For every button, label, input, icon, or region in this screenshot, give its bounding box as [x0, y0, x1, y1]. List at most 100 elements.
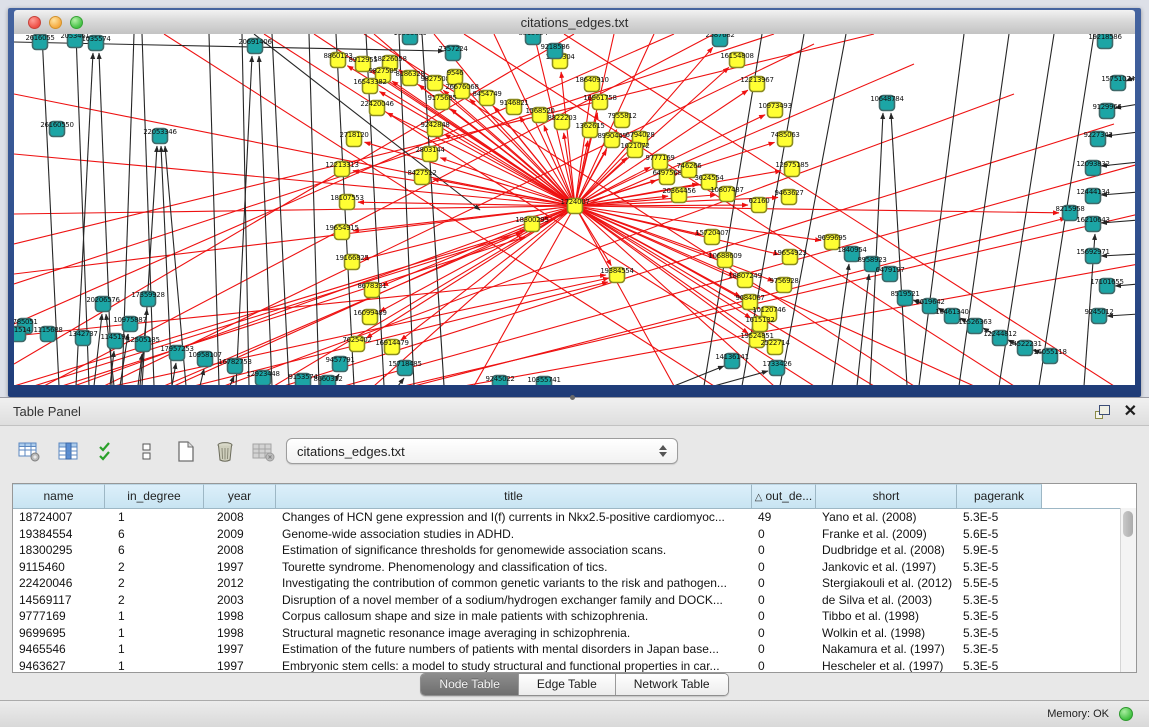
table-scrollbar-thumb[interactable] [1123, 511, 1133, 537]
graph-node[interactable]: 12213967 [740, 76, 773, 92]
column-header-title[interactable]: title [276, 484, 752, 508]
table-row[interactable]: 911546021997Tourette syndrome. Phenomeno… [13, 559, 1136, 576]
graph-node[interactable]: 9463627 [774, 189, 803, 205]
graph-node[interactable]: 20206576 [86, 296, 120, 312]
graph-node[interactable]: 15718485 [388, 360, 421, 376]
graph-node[interactable]: 22420046 [360, 100, 394, 116]
table-row[interactable]: 969969511998Structural magnetic resonanc… [13, 625, 1136, 642]
graph-node[interactable]: 16543382 [353, 78, 386, 94]
table-scrollbar[interactable] [1120, 508, 1136, 672]
graph-node[interactable]: 1342737 [68, 330, 97, 346]
graph-node[interactable]: 10975887 [113, 316, 146, 332]
graph-node[interactable]: 16055118 [1033, 348, 1066, 364]
network-canvas[interactable]: 8860123891295518226058982750516543382818… [14, 34, 1135, 385]
row-select-icon[interactable] [95, 440, 121, 464]
attribute-settings-icon[interactable] [17, 440, 43, 464]
graph-node[interactable]: 8678331 [357, 282, 386, 298]
rows-icon[interactable] [134, 440, 160, 464]
close-panel-button[interactable]: ✕ [1124, 405, 1137, 419]
graph-node[interactable]: 12923448 [246, 370, 279, 385]
graph-node[interactable]: 18640910 [575, 76, 608, 92]
graph-node[interactable]: 9146821 [499, 99, 528, 115]
graph-node[interactable]: 17101655 [1090, 278, 1123, 294]
graph-node[interactable]: 12975185 [775, 161, 808, 177]
graph-node[interactable]: 6497568 [652, 169, 681, 185]
minimize-button[interactable] [49, 16, 62, 29]
graph-node[interactable]: 9457791 [325, 356, 354, 372]
graph-node[interactable]: 62160 [749, 197, 770, 213]
delete-entry-icon[interactable] [212, 440, 238, 464]
delete-table-icon[interactable] [251, 440, 277, 464]
graph-node[interactable]: 2718120 [339, 131, 368, 147]
graph-node[interactable]: 14136141 [715, 353, 748, 369]
table-row[interactable]: 946362711997Embryonic stem cells: a mode… [13, 658, 1136, 674]
table-row[interactable]: 2242004622012Investigating the contribut… [13, 575, 1136, 592]
graph-node[interactable]: 7625402 [342, 336, 371, 352]
zoom-button[interactable] [70, 16, 83, 29]
graph-node[interactable]: 16033809 [393, 34, 426, 45]
graph-node[interactable]: 10688609 [708, 252, 741, 268]
network-graph[interactable]: 8860123891295518226058982750516543382818… [14, 34, 1135, 385]
close-button[interactable] [28, 16, 41, 29]
memory-status-indicator[interactable] [1119, 707, 1133, 721]
graph-node[interactable]: 26160550 [40, 121, 73, 137]
graph-node[interactable]: 17359928 [131, 291, 164, 307]
tab-edge-table[interactable]: Edge Table [519, 674, 616, 695]
graph-node[interactable]: 22053346 [143, 128, 177, 144]
graph-node[interactable]: 12505185 [126, 336, 159, 352]
tab-node-table[interactable]: Node Table [421, 674, 519, 695]
table-row[interactable]: 977716911998Corpus callosum shape and si… [13, 608, 1136, 625]
graph-node[interactable]: 10958107 [188, 351, 221, 367]
network-window[interactable]: citations_edges.txt 88601238912955182260… [8, 8, 1141, 397]
graph-node[interactable]: 9756928 [769, 277, 798, 293]
table-row[interactable]: 1872400712008Changes of HCN gene express… [13, 509, 1136, 526]
graph-node[interactable]: 2587682 [705, 34, 734, 47]
column-header-out_de[interactable]: △out_de... [752, 484, 816, 508]
graph-node[interactable]: 8660312 [313, 375, 342, 385]
graph-node[interactable]: 9175685 [427, 94, 456, 110]
graph-node[interactable]: 15692971 [1076, 248, 1109, 264]
graph-node[interactable]: 9245022 [485, 375, 514, 385]
graph-node[interactable]: 19654923 [773, 249, 806, 265]
graph-node[interactable]: 15720407 [695, 229, 728, 245]
tab-network-table[interactable]: Network Table [616, 674, 728, 695]
graph-node[interactable]: 10355741 [527, 376, 560, 385]
column-header-year[interactable]: year [204, 484, 276, 508]
graph-node[interactable]: 9227343 [1083, 131, 1112, 147]
column-header-pagerank[interactable]: pagerank [957, 484, 1042, 508]
graph-node[interactable]: 19166825 [335, 254, 368, 270]
graph-node[interactable]: 1733426 [762, 360, 792, 376]
graph-node[interactable]: 7357224 [438, 45, 468, 61]
graph-node[interactable]: 19654915 [325, 224, 358, 240]
network-window-titlebar[interactable]: citations_edges.txt [14, 10, 1135, 35]
graph-node[interactable]: 10648784 [870, 95, 904, 111]
graph-node[interactable]: 7485063 [770, 131, 799, 147]
graph-node[interactable]: 20691406 [238, 38, 272, 54]
split-divider-handle[interactable] [570, 395, 575, 400]
graph-node[interactable]: 391514 [14, 326, 31, 342]
graph-node[interactable]: 18107553 [330, 194, 363, 210]
graph-node[interactable]: 2616055 [25, 34, 54, 50]
graph-node[interactable]: 19384554 [600, 267, 634, 283]
graph-node[interactable]: 9129966 [1092, 103, 1122, 119]
graph-node[interactable]: 8454749 [472, 90, 501, 106]
graph-node[interactable]: 8822203 [547, 114, 576, 130]
table-row[interactable]: 946554611997Estimation of the future num… [13, 641, 1136, 658]
new-table-icon[interactable] [173, 440, 199, 464]
graph-node[interactable]: 15751074 [1101, 75, 1135, 91]
graph-node[interactable]: 16210643 [1076, 216, 1109, 232]
column-select-icon[interactable] [56, 440, 82, 464]
graph-node[interactable]: 16914479 [375, 339, 408, 355]
graph-node[interactable]: 12444134 [1076, 188, 1110, 204]
graph-node[interactable]: 20364456 [662, 187, 696, 203]
network-table-select[interactable]: citations_edges.txt [286, 438, 678, 464]
graph-node[interactable]: 6479197 [875, 266, 904, 282]
graph-node[interactable]: 1115688 [33, 326, 62, 342]
table-row[interactable]: 1830029562008Estimation of significance … [13, 542, 1136, 559]
column-header-short[interactable]: short [816, 484, 957, 508]
column-header-name[interactable]: name [13, 484, 105, 508]
table-row[interactable]: 1938455462009Genome-wide association stu… [13, 526, 1136, 543]
float-panel-button[interactable] [1095, 405, 1110, 419]
table-row[interactable]: 1456911722003Disruption of a novel membe… [13, 592, 1136, 609]
column-header-in_degree[interactable]: in_degree [105, 484, 204, 508]
